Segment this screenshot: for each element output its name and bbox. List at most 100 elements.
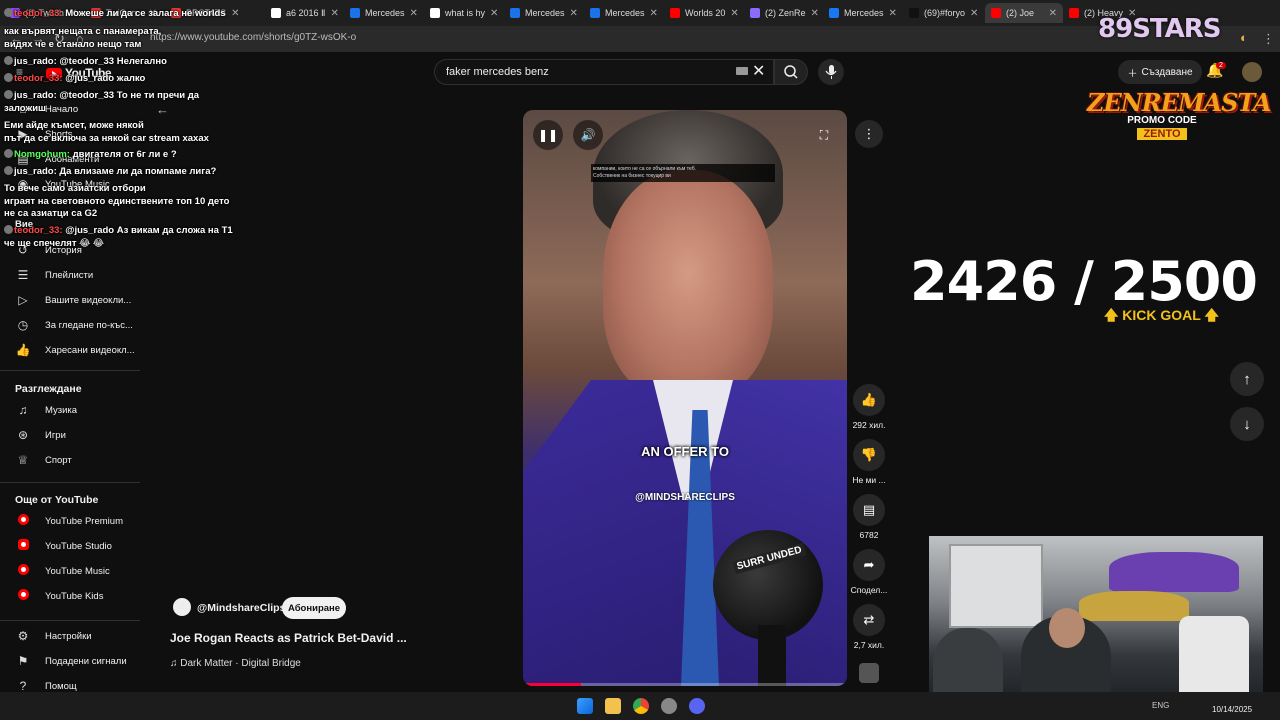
subscribe-button[interactable]: Абониране xyxy=(282,597,346,619)
close-tab-icon[interactable]: ✕ xyxy=(730,8,738,19)
sidebar-item-youtube-studio[interactable]: YouTube Studio xyxy=(0,535,140,557)
sidebar-item-playlists[interactable]: ☰ Плейлисти xyxy=(0,264,140,286)
video-watermark: @MINDSHARECLIPS xyxy=(635,492,735,503)
tab-favicon-icon xyxy=(750,8,760,18)
remix-label: 2,7 хил. xyxy=(853,640,885,650)
browser-tab[interactable]: a6 2016 Ⅱ ✕ xyxy=(265,3,343,23)
channel-name[interactable]: @MindshareClips xyxy=(197,602,285,614)
comment-icon: ▤ xyxy=(862,502,876,517)
short-video-player[interactable]: SURR UNDED компании, които не са се обър… xyxy=(523,110,847,686)
volume-icon: 🔊 xyxy=(580,128,596,142)
close-tab-icon[interactable]: ✕ xyxy=(570,8,578,19)
more-options-button[interactable]: ⋮ xyxy=(855,120,883,148)
search-input[interactable]: faker mercedes benz xyxy=(446,66,549,78)
system-date[interactable]: 10/14/2025 xyxy=(1212,705,1252,714)
app-icon[interactable] xyxy=(661,698,677,714)
webcam-garage-door xyxy=(949,544,1043,628)
tab-label: what is hy xyxy=(445,8,486,18)
browser-tab[interactable]: what is hy ✕ xyxy=(424,3,502,23)
sidebar-item-your-videos[interactable]: ▷ Вашите видеокли... xyxy=(0,289,140,311)
browser-tab[interactable]: Worlds 20 ✕ xyxy=(664,3,742,23)
close-tab-icon[interactable]: ✕ xyxy=(490,8,498,19)
sponsor-name: ZENREMASTA xyxy=(1087,88,1272,117)
short-music-track[interactable]: ♫ Dark Matter · Digital Bridge xyxy=(170,658,301,669)
close-tab-icon[interactable]: ✕ xyxy=(410,8,418,19)
browser-tab[interactable]: (2) Joe ✕ xyxy=(985,3,1063,23)
clear-search-icon[interactable]: ✕ xyxy=(752,61,765,81)
browser-tab[interactable]: Mercedes ✕ xyxy=(504,3,582,23)
sidebar-item-settings[interactable]: ⚙ Настройки xyxy=(0,625,140,647)
fullscreen-button[interactable]: ⛶ xyxy=(809,120,839,150)
tab-label: a6 2016 Ⅱ xyxy=(286,7,326,18)
browser-tab[interactable]: (2) ZenRe ✕ xyxy=(744,3,822,23)
previous-short-button[interactable]: ↑ xyxy=(1230,362,1264,396)
keyboard-icon[interactable] xyxy=(736,67,748,75)
sidebar-item-flag[interactable]: ⚑ Подадени сигнали xyxy=(0,650,140,672)
share-button[interactable]: ➦ xyxy=(853,549,885,581)
playlists-icon: ☰ xyxy=(17,268,29,282)
chat-text: заложиш xyxy=(4,103,46,114)
close-tab-icon[interactable]: ✕ xyxy=(970,8,978,19)
sidebar-item-music-note[interactable]: ♫ Музика xyxy=(0,399,140,421)
browser-tab[interactable]: Mercedes ✕ xyxy=(584,3,662,23)
account-avatar[interactable] xyxy=(1242,62,1262,82)
discord-icon[interactable] xyxy=(689,698,705,714)
video-progress-bar[interactable] xyxy=(523,683,847,686)
language-indicator[interactable]: ENG xyxy=(1152,701,1169,710)
video-subtitle: AN OFFER TO xyxy=(641,444,729,459)
chat-username: teodor_33: xyxy=(14,73,63,84)
close-tab-icon[interactable]: ✕ xyxy=(889,8,897,19)
sidebar-item-label: Музика xyxy=(45,404,78,416)
sidebar-item-liked[interactable]: 👍 Харесани видеокл... xyxy=(0,339,140,361)
comments-button[interactable]: ▤ xyxy=(853,494,885,526)
sidebar-item-gaming[interactable]: ⊛ Игри xyxy=(0,424,140,446)
close-tab-icon[interactable]: ✕ xyxy=(330,8,338,19)
dislike-button[interactable]: 👎 xyxy=(853,439,885,471)
chat-username: jus_rado: xyxy=(14,90,57,101)
trophy-icon: ♕ xyxy=(17,453,29,467)
chat-message: teodor_33: @jus_rado жалко xyxy=(4,73,256,84)
sidebar-item-label: YouTube Kids xyxy=(45,590,104,602)
arrow-up-icon: ↑ xyxy=(1243,370,1251,388)
browser-tab[interactable]: Mercedes ✕ xyxy=(823,3,901,23)
sidebar-item-label: YouTube Music xyxy=(45,565,110,577)
chrome-icon[interactable] xyxy=(633,698,649,714)
youtube-studio-icon xyxy=(15,539,31,553)
close-tab-icon[interactable]: ✕ xyxy=(811,8,819,19)
sidebar-item-trophy[interactable]: ♕ Спорт xyxy=(0,449,140,471)
like-button[interactable]: 👍 xyxy=(853,384,885,416)
sidebar-divider xyxy=(0,482,140,483)
browser-menu-icon[interactable]: ⋮ xyxy=(1262,32,1275,45)
voice-search-button[interactable] xyxy=(818,59,844,85)
tab-label: (2) Joe xyxy=(1006,8,1035,18)
search-button[interactable] xyxy=(774,59,808,85)
video-person-face xyxy=(603,170,773,400)
channel-avatar[interactable] xyxy=(173,598,191,616)
browser-tab[interactable]: Mercedes ✕ xyxy=(344,3,422,23)
close-tab-icon[interactable]: ✕ xyxy=(650,8,658,19)
sound-thumbnail[interactable] xyxy=(859,663,879,683)
chat-message: jus_rado: Да влизаме ли да помпаме лига? xyxy=(4,166,256,177)
browser-tab[interactable]: (69)#foryo ✕ xyxy=(903,3,981,23)
windows-start-icon[interactable] xyxy=(577,698,593,714)
sidebar-item-youtube-premium[interactable]: YouTube Premium xyxy=(0,510,140,532)
sidebar-item-label: Помощ xyxy=(45,680,77,692)
pause-button[interactable]: ❚❚ xyxy=(533,120,563,150)
remix-button[interactable]: ⇄ xyxy=(853,604,885,636)
close-tab-icon[interactable]: ✕ xyxy=(1049,8,1057,19)
sidebar-item-watch-later[interactable]: ◷ За гледане по-къс... xyxy=(0,314,140,336)
comments-label: 6782 xyxy=(859,530,879,540)
short-title[interactable]: Joe Rogan Reacts as Patrick Bet-David ..… xyxy=(170,631,407,645)
next-short-button[interactable]: ↓ xyxy=(1230,407,1264,441)
sidebar-item-youtube-music[interactable]: YouTube Music xyxy=(0,560,140,582)
extension-icon[interactable]: ◐ xyxy=(1240,31,1248,44)
create-button[interactable]: ＋ Създаване xyxy=(1118,60,1202,84)
youtube-kids-icon xyxy=(15,589,31,603)
remix-icon: ⇄ xyxy=(863,612,875,627)
sidebar-item-youtube-kids[interactable]: YouTube Kids xyxy=(0,585,140,607)
volume-button[interactable]: 🔊 xyxy=(573,120,603,150)
thumbs-up-icon: 👍 xyxy=(860,392,878,407)
sidebar-item-label: Подадени сигнали xyxy=(45,655,127,667)
chat-badge-icon xyxy=(4,56,13,65)
file-explorer-icon[interactable] xyxy=(605,698,621,714)
